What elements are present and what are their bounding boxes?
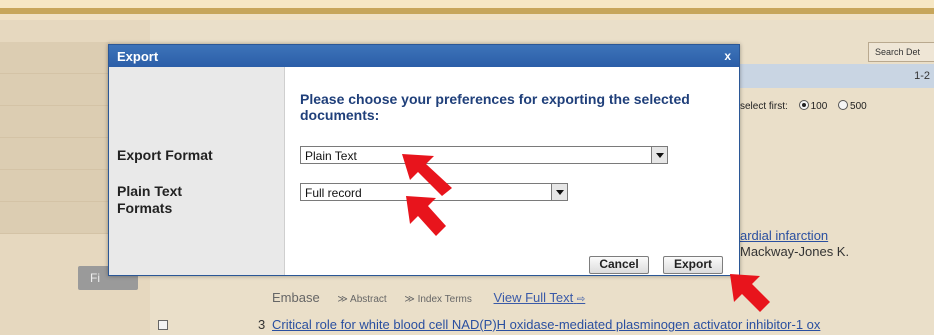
plain-text-formats-label: Plain Text Formats xyxy=(117,183,183,216)
radio-500[interactable] xyxy=(838,100,849,110)
chevron-down-icon xyxy=(651,147,667,163)
external-link-icon: ⇨ xyxy=(576,294,586,305)
left-nav-row xyxy=(0,42,110,74)
result-meta-row: Embase ≫ Abstract ≫ Index Terms View Ful… xyxy=(272,290,585,305)
select-first-label: select first: xyxy=(740,101,788,112)
results-header-bar xyxy=(740,64,934,88)
top-band xyxy=(0,0,934,14)
source-label: Embase xyxy=(272,290,320,305)
page-info: 1-2 xyxy=(914,70,930,82)
index-terms-label: Index Terms xyxy=(417,294,472,305)
annotation-arrow-icon xyxy=(406,196,446,236)
abstract-toggle[interactable]: ≫ Abstract xyxy=(337,294,386,305)
result-2-authors: Mackway-Jones K. xyxy=(740,244,850,259)
export-dialog-titlebar: Export x xyxy=(109,45,739,67)
index-terms-toggle[interactable]: ≫ Index Terms xyxy=(404,294,472,305)
radio-100[interactable] xyxy=(798,100,809,110)
export-format-label: Export Format xyxy=(117,147,213,163)
left-nav-row xyxy=(0,138,110,170)
plain-text-formats-value: Full record xyxy=(305,186,362,200)
chevron-down-icon xyxy=(551,184,567,200)
left-navigation xyxy=(0,42,110,234)
result-3-checkbox[interactable] xyxy=(158,320,168,330)
double-chevron-icon: ≫ xyxy=(404,294,415,305)
radio-100-label: 100 xyxy=(810,101,828,112)
view-full-text-label: View Full Text xyxy=(493,290,574,305)
select-first-control: select first: 100 500 xyxy=(740,100,867,112)
view-full-text-link[interactable]: View Full Text ⇨ xyxy=(494,290,586,305)
cancel-button[interactable]: Cancel xyxy=(589,256,649,274)
left-nav-row xyxy=(0,74,110,106)
double-chevron-icon: ≫ xyxy=(337,294,348,305)
export-prompt: Please choose your preferences for expor… xyxy=(300,91,690,123)
left-nav-row xyxy=(0,106,110,138)
close-icon[interactable]: x xyxy=(724,49,731,63)
radio-500-label: 500 xyxy=(850,101,867,112)
result-3-title-link[interactable]: Critical role for white blood cell NAD(P… xyxy=(272,317,820,332)
export-dialog-title: Export xyxy=(117,49,159,64)
export-dialog-label-column xyxy=(109,67,285,275)
left-nav-row xyxy=(0,202,110,234)
left-nav-row xyxy=(0,170,110,202)
export-format-value: Plain Text xyxy=(305,149,357,163)
export-format-select[interactable]: Plain Text xyxy=(300,146,668,164)
result-2-title-link[interactable]: ardial infarction xyxy=(740,228,828,243)
annotation-arrow-icon xyxy=(730,274,770,312)
result-3-number: 3 xyxy=(258,317,266,332)
search-details-button[interactable]: Search Det xyxy=(868,42,934,62)
abstract-label: Abstract xyxy=(350,294,387,305)
export-button[interactable]: Export xyxy=(663,256,723,274)
annotation-arrow-icon xyxy=(402,154,452,196)
